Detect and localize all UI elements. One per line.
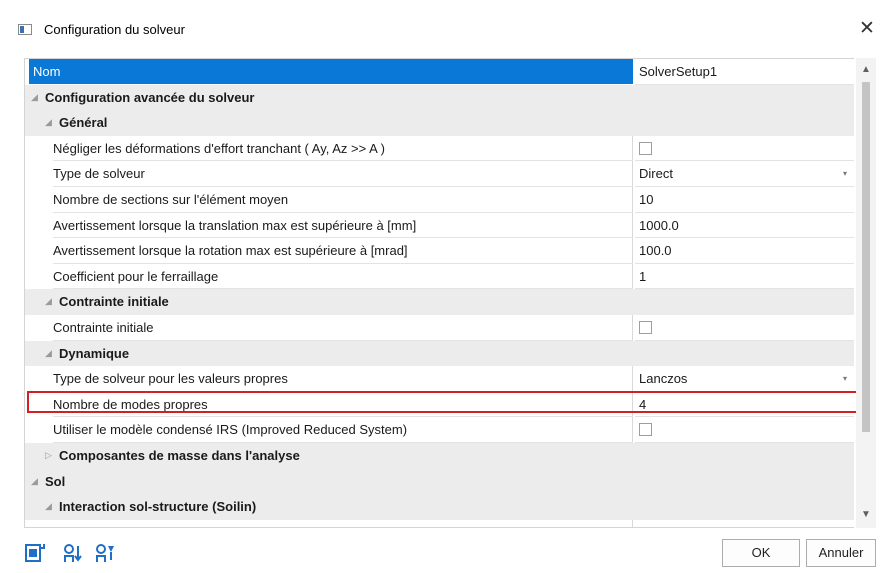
dialog-footer: OK Annuler bbox=[0, 532, 884, 573]
property-value[interactable]: 1 bbox=[635, 264, 854, 290]
property-row[interactable]: Type de solveur pour les valeurs propres… bbox=[25, 366, 854, 392]
property-value[interactable]: 1000.0 bbox=[635, 213, 854, 239]
window-icon bbox=[18, 24, 32, 35]
checkbox-icon[interactable] bbox=[639, 423, 652, 437]
property-value[interactable]: 10 bbox=[635, 187, 854, 213]
export-icon[interactable] bbox=[24, 542, 46, 564]
category-row[interactable]: ◢ Dynamique bbox=[25, 340, 854, 367]
property-label: Coefficient pour le ferraillage bbox=[53, 263, 633, 290]
category-label: Contrainte initiale bbox=[59, 294, 169, 310]
category-label: Sol bbox=[45, 473, 66, 489]
property-name-label: Nom bbox=[29, 59, 633, 84]
category-label: Général bbox=[59, 115, 108, 131]
cancel-button[interactable]: Annuler bbox=[806, 539, 876, 567]
filter-icon[interactable] bbox=[94, 542, 116, 564]
property-label: Type de solveur pour les valeurs propres bbox=[53, 366, 633, 392]
collapse-icon[interactable]: ◢ bbox=[45, 494, 52, 519]
property-label: Utiliser le modèle condensé IRS (Improve… bbox=[53, 417, 633, 443]
dropdown-arrow-icon[interactable]: ▾ bbox=[843, 161, 847, 186]
property-label: Avertissement lorsque la rotation max es… bbox=[53, 238, 633, 264]
collapse-icon[interactable]: ◢ bbox=[45, 341, 52, 366]
property-label: Avertissement lorsque la translation max… bbox=[53, 212, 633, 239]
ok-button[interactable]: OK bbox=[722, 539, 800, 567]
property-checkbox[interactable] bbox=[635, 315, 854, 341]
collapse-icon[interactable]: ◢ bbox=[31, 469, 38, 494]
window-title: Configuration du solveur bbox=[44, 22, 185, 37]
scroll-thumb[interactable] bbox=[862, 82, 870, 432]
title-bar: Configuration du solveur ✕ bbox=[0, 0, 884, 46]
collapse-icon[interactable]: ◢ bbox=[45, 110, 52, 135]
category-row[interactable]: ◢ Général bbox=[25, 110, 854, 136]
property-value-text: Lanczos bbox=[639, 371, 688, 387]
property-dropdown[interactable]: Lanczos ▾ bbox=[635, 366, 854, 392]
property-row[interactable]: Négliger les déformations d'effort tranc… bbox=[25, 135, 854, 162]
property-value-text: 1 bbox=[639, 268, 647, 284]
property-row[interactable]: Contrainte initiale bbox=[25, 315, 854, 341]
category-label: Configuration avancée du solveur bbox=[45, 89, 255, 105]
category-label: Composantes de masse dans l'analyse bbox=[59, 448, 300, 463]
property-label: Type de solveur bbox=[53, 161, 633, 187]
property-value-text: 100.0 bbox=[639, 243, 672, 259]
property-value[interactable]: 0.500 bbox=[635, 520, 854, 527]
category-row[interactable]: ◢ Interaction sol-structure (Soilin) bbox=[25, 494, 854, 520]
category-label: Dynamique bbox=[59, 345, 130, 361]
category-row[interactable]: ◢ Configuration avancée du solveur bbox=[25, 84, 854, 111]
property-row[interactable]: Nombre de sections sur l'élément moyen 10 bbox=[25, 187, 854, 213]
category-row[interactable]: ▷ Composantes de masse dans l'analyse bbox=[25, 443, 854, 469]
property-value-text: Direct bbox=[639, 166, 673, 182]
property-row[interactable]: Type de solveur Direct ▾ bbox=[25, 161, 854, 187]
checkbox-icon[interactable] bbox=[639, 141, 652, 155]
property-row[interactable]: Utiliser le modèle condensé IRS (Improve… bbox=[25, 417, 854, 443]
category-row[interactable]: ◢ Sol bbox=[25, 468, 854, 495]
highlight-box bbox=[27, 391, 864, 413]
property-label: Nombre de sections sur l'élément moyen bbox=[53, 187, 633, 213]
property-value-text: 10 bbox=[639, 192, 654, 207]
property-row[interactable]: Avertissement lorsque la translation max… bbox=[25, 212, 854, 239]
category-row[interactable]: ◢ Contrainte initiale bbox=[25, 289, 854, 315]
sort-icon[interactable] bbox=[62, 542, 84, 564]
property-checkbox[interactable] bbox=[635, 136, 854, 162]
scroll-up-icon[interactable]: ▲ bbox=[856, 64, 876, 75]
property-value[interactable]: 100.0 bbox=[635, 238, 854, 264]
collapse-icon[interactable]: ◢ bbox=[45, 289, 52, 314]
category-label: Interaction sol-structure (Soilin) bbox=[59, 499, 257, 515]
property-row[interactable]: Avertissement lorsque la rotation max es… bbox=[25, 238, 854, 264]
property-label: Négliger les déformations d'effort tranc… bbox=[53, 135, 633, 162]
property-name-value[interactable]: SolverSetup1 bbox=[635, 59, 854, 85]
dropdown-arrow-icon[interactable]: ▾ bbox=[843, 366, 847, 391]
property-checkbox[interactable] bbox=[635, 417, 854, 443]
property-row-name[interactable]: Nom SolverSetup1 bbox=[25, 59, 854, 85]
property-grid: Nom SolverSetup1 ◢ Configuration avancée … bbox=[24, 58, 854, 528]
property-dropdown[interactable]: Direct ▾ bbox=[635, 161, 854, 187]
close-icon[interactable]: ✕ bbox=[856, 17, 878, 41]
property-label: Contrainte initiale bbox=[53, 315, 633, 341]
checkbox-icon[interactable] bbox=[639, 321, 652, 335]
vertical-scrollbar[interactable]: ▲ ▼ bbox=[856, 58, 876, 528]
expand-icon[interactable]: ▷ bbox=[45, 443, 52, 468]
scroll-down-icon[interactable]: ▼ bbox=[856, 509, 876, 520]
property-row[interactable]: Coefficient pour le ferraillage 1 bbox=[25, 263, 854, 290]
property-value-text: 0.500 bbox=[639, 525, 672, 527]
collapse-icon[interactable]: ◢ bbox=[31, 85, 38, 110]
property-label: Le nombre de sous-répartitions... bbox=[53, 519, 633, 527]
property-value-text: 1000.0 bbox=[639, 217, 679, 233]
property-row[interactable]: Le nombre de sous-répartitions... 0.500 bbox=[25, 519, 854, 527]
